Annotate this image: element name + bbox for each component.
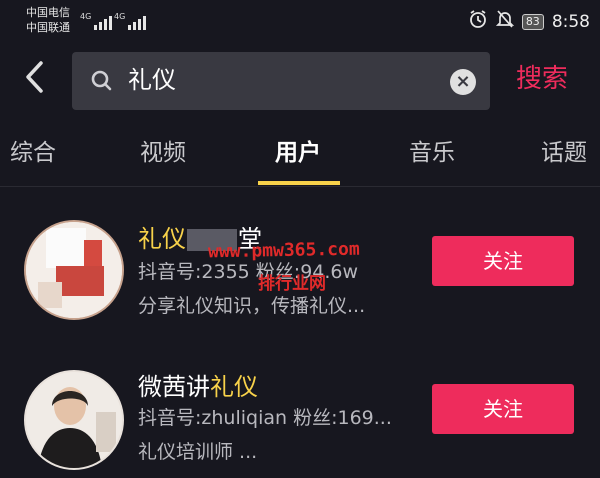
avatar[interactable] <box>24 220 124 320</box>
user-name[interactable]: 微茜讲礼仪 <box>138 372 258 402</box>
carrier-2: 中国联通 <box>26 21 70 34</box>
alarm-icon <box>468 9 488 34</box>
user-result-row[interactable]: 微茜讲礼仪 抖音号:zhuliqian 粉丝:169... 礼仪培训师 ... … <box>0 348 600 478</box>
signal-1-icon: 4G <box>80 12 113 30</box>
user-stats: 抖音号:zhuliqian 粉丝:169... <box>138 407 392 429</box>
carrier-1: 中国电信 <box>26 6 70 19</box>
network-type-1: 4G <box>80 12 92 21</box>
tab-videos[interactable]: 视频 <box>140 136 186 170</box>
tab-music[interactable]: 音乐 <box>409 136 455 170</box>
chevron-left-icon <box>26 61 43 93</box>
name-highlight: 礼仪 <box>210 373 258 401</box>
active-tab-indicator <box>258 181 340 185</box>
status-bar: 中国电信 中国联通 4G 4G 83 8:58 <box>0 0 600 44</box>
user-result-row[interactable]: 礼仪堂 抖音号:2355 粉丝:94.6w 分享礼仪知识，传播礼仪... 关注 <box>0 200 600 330</box>
back-button[interactable] <box>22 60 56 100</box>
battery-indicator: 83 <box>521 13 544 30</box>
result-tabs: 综合 视频 用户 音乐 话题 <box>0 136 600 184</box>
search-submit-button[interactable]: 搜索 <box>516 62 568 96</box>
watermark: www.pmw365.com <box>207 238 360 263</box>
tab-comprehensive[interactable]: 综合 <box>10 136 56 170</box>
close-icon: × <box>455 71 471 92</box>
search-icon <box>90 69 114 97</box>
tabs-divider <box>0 186 600 187</box>
follow-button[interactable]: 关注 <box>432 384 574 434</box>
tab-users[interactable]: 用户 <box>275 136 321 170</box>
search-input[interactable]: 礼仪 × <box>72 52 490 110</box>
avatar[interactable] <box>24 370 124 470</box>
clear-search-button[interactable]: × <box>450 69 476 95</box>
user-bio: 分享礼仪知识，传播礼仪... <box>138 295 366 317</box>
search-query[interactable]: 礼仪 <box>128 65 176 95</box>
user-bio: 礼仪培训师 ... <box>138 441 258 463</box>
name-highlight: 礼仪 <box>138 225 186 253</box>
tab-topics[interactable]: 话题 <box>541 136 587 170</box>
clock: 8:58 <box>551 11 590 32</box>
carrier-names: 中国电信 中国联通 <box>26 5 70 35</box>
watermark-secondary: 排行业网 <box>258 274 326 294</box>
signal-2-icon: 4G <box>114 12 147 30</box>
name-prefix: 微茜讲 <box>138 373 210 401</box>
status-right: 83 8:58 <box>468 9 590 34</box>
follow-button[interactable]: 关注 <box>432 236 574 286</box>
network-type-2: 4G <box>114 12 126 21</box>
mute-bell-icon <box>495 9 514 34</box>
